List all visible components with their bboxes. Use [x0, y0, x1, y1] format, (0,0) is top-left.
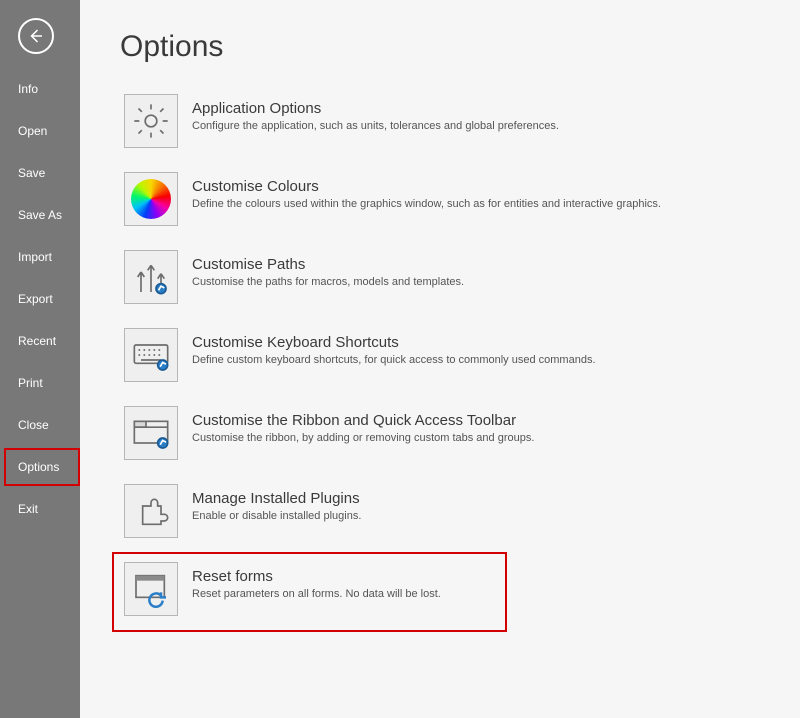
sidebar-label: Save As [18, 208, 62, 222]
sidebar-item-close[interactable]: Close [0, 404, 80, 446]
option-title: Customise the Ribbon and Quick Access To… [192, 412, 534, 429]
option-title: Manage Installed Plugins [192, 490, 361, 507]
keyboard-icon [124, 328, 178, 382]
sidebar-label: Export [18, 292, 53, 306]
option-title: Customise Keyboard Shortcuts [192, 334, 596, 351]
option-customise-keyboard[interactable]: Customise Keyboard Shortcuts Define cust… [120, 324, 800, 386]
main-panel: Options Application Options Configure th… [80, 0, 800, 718]
option-desc: Define the colours used within the graph… [192, 198, 661, 210]
option-reset-forms[interactable]: Reset forms Reset parameters on all form… [120, 558, 800, 620]
sidebar-item-info[interactable]: Info [0, 68, 80, 110]
sidebar-item-options[interactable]: Options [0, 446, 80, 488]
ribbon-icon [124, 406, 178, 460]
sidebar-label: Recent [18, 334, 56, 348]
reset-icon [124, 562, 178, 616]
option-desc: Customise the paths for macros, models a… [192, 276, 464, 288]
option-desc: Enable or disable installed plugins. [192, 510, 361, 522]
option-title: Customise Colours [192, 178, 661, 195]
sidebar-label: Exit [18, 502, 38, 516]
option-desc: Customise the ribbon, by adding or remov… [192, 432, 534, 444]
option-desc: Configure the application, such as units… [192, 120, 559, 132]
sidebar-label: Info [18, 82, 38, 96]
plugin-icon [124, 484, 178, 538]
option-title: Customise Paths [192, 256, 464, 273]
sidebar-label: Import [18, 250, 52, 264]
sidebar-item-exit[interactable]: Exit [0, 488, 80, 530]
option-desc: Define custom keyboard shortcuts, for qu… [192, 354, 596, 366]
option-customise-ribbon[interactable]: Customise the Ribbon and Quick Access To… [120, 402, 800, 464]
sidebar: Info Open Save Save As Import Export Rec… [0, 0, 80, 718]
sidebar-item-recent[interactable]: Recent [0, 320, 80, 362]
option-customise-paths[interactable]: Customise Paths Customise the paths for … [120, 246, 800, 308]
sidebar-item-print[interactable]: Print [0, 362, 80, 404]
sidebar-item-save-as[interactable]: Save As [0, 194, 80, 236]
back-button[interactable] [18, 18, 54, 54]
sidebar-label: Save [18, 166, 45, 180]
paths-icon [124, 250, 178, 304]
option-title: Application Options [192, 100, 559, 117]
arrow-left-icon [27, 27, 45, 45]
sidebar-item-save[interactable]: Save [0, 152, 80, 194]
option-title: Reset forms [192, 568, 441, 585]
sidebar-label: Options [18, 460, 59, 474]
gear-icon [124, 94, 178, 148]
sidebar-item-export[interactable]: Export [0, 278, 80, 320]
option-customise-colours[interactable]: Customise Colours Define the colours use… [120, 168, 800, 230]
page-title: Options [120, 30, 800, 64]
option-manage-plugins[interactable]: Manage Installed Plugins Enable or disab… [120, 480, 800, 542]
sidebar-label: Close [18, 418, 49, 432]
option-desc: Reset parameters on all forms. No data w… [192, 588, 441, 600]
color-wheel-icon [124, 172, 178, 226]
sidebar-item-open[interactable]: Open [0, 110, 80, 152]
sidebar-item-import[interactable]: Import [0, 236, 80, 278]
sidebar-label: Open [18, 124, 47, 138]
sidebar-label: Print [18, 376, 43, 390]
option-application-options[interactable]: Application Options Configure the applic… [120, 90, 800, 152]
